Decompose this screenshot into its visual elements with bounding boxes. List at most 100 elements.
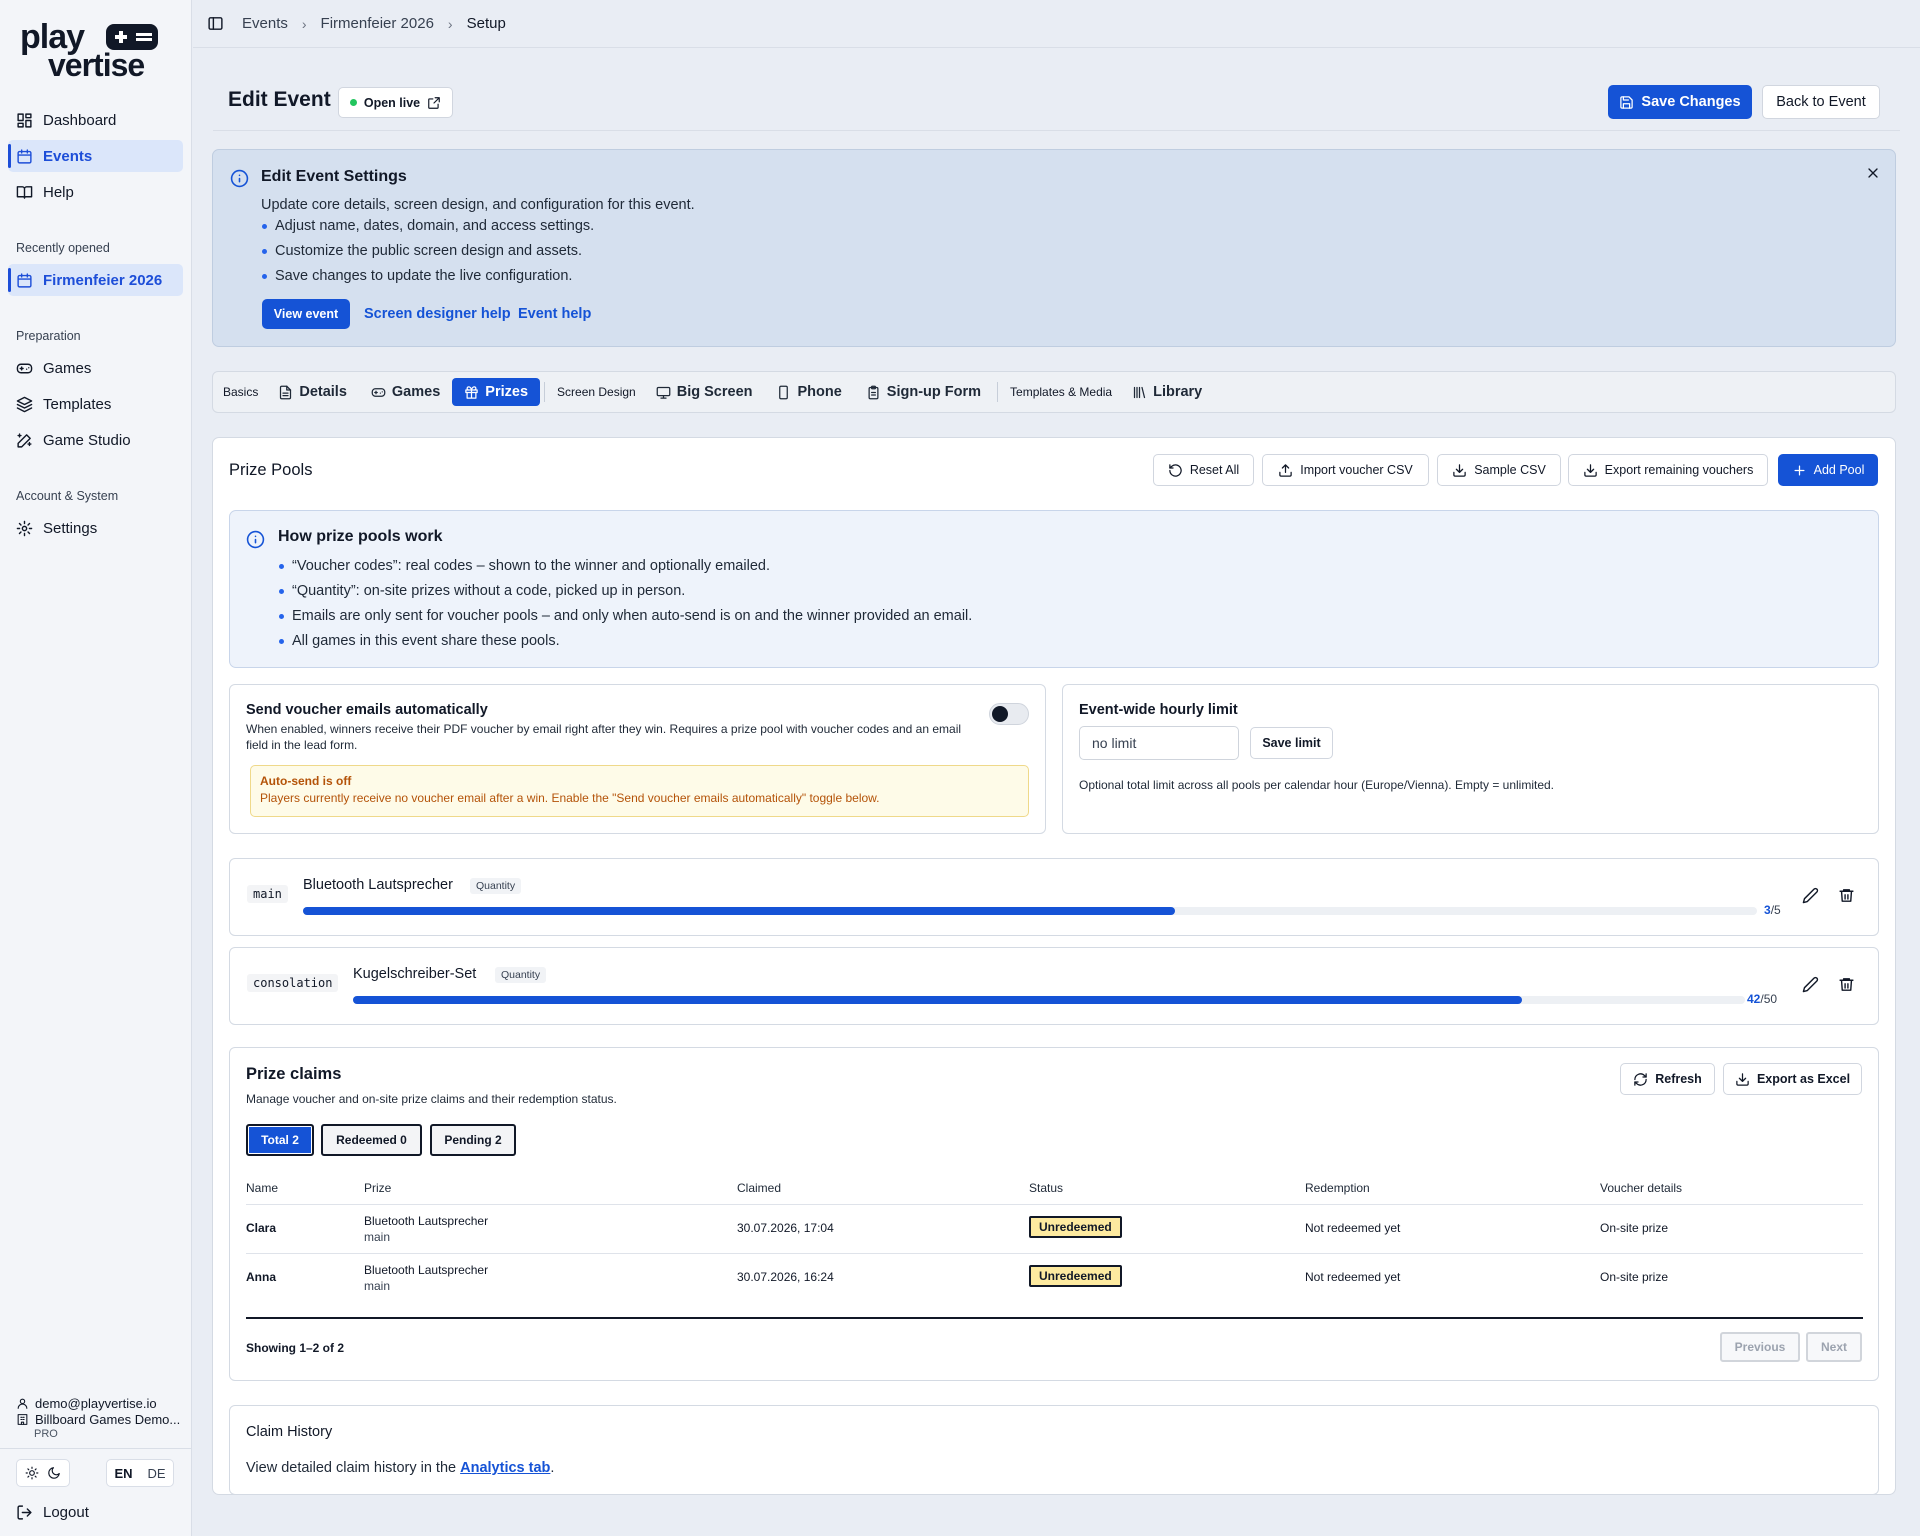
breadcrumb-events[interactable]: Events — [242, 15, 288, 32]
export-excel-button[interactable]: Export as Excel — [1723, 1063, 1862, 1095]
sun-icon[interactable] — [25, 1466, 39, 1480]
external-link-icon — [428, 96, 440, 109]
status-badge[interactable]: Unredeemed — [1029, 1216, 1122, 1238]
tab-big-screen[interactable]: Big Screen — [644, 378, 765, 406]
sidebar-item-games[interactable]: Games — [8, 352, 183, 384]
open-live-button[interactable]: Open live — [338, 87, 453, 118]
file-icon — [280, 385, 292, 399]
reset-all-button[interactable]: Reset All — [1153, 454, 1254, 486]
edit-pool-button[interactable] — [1802, 976, 1822, 996]
wand-icon — [17, 432, 32, 448]
how-bullet: All games in this event share these pool… — [279, 633, 560, 649]
book-icon — [16, 185, 33, 199]
tab-library[interactable]: Library — [1120, 378, 1214, 406]
pool-type-badge: Quantity — [495, 967, 547, 983]
how-bullet: Emails are only sent for voucher pools –… — [278, 608, 973, 624]
trash-icon — [1839, 978, 1854, 991]
add-pool-button[interactable]: Add Pool — [1778, 454, 1878, 486]
sidebar-item-templates[interactable]: Templates — [8, 388, 183, 420]
info-bullet: Save changes to update the live configur… — [261, 268, 573, 284]
filter-total[interactable]: Total 2 — [246, 1124, 314, 1156]
next-page-button[interactable]: Next — [1806, 1332, 1862, 1362]
pool-progress-track — [303, 907, 1757, 915]
download-icon — [1453, 463, 1466, 477]
pool-progress-fill — [353, 996, 1523, 1004]
breadcrumb-event[interactable]: Firmenfeier 2026 — [321, 15, 434, 32]
chevron-right-icon: › — [301, 15, 307, 32]
delete-pool-button[interactable] — [1838, 887, 1858, 907]
sidebar-item-settings[interactable]: Settings — [8, 512, 183, 544]
user-email: demo@playvertise.io — [16, 1396, 157, 1411]
screen-designer-help-link[interactable]: Screen designer help — [364, 306, 511, 322]
header-divider — [213, 130, 1900, 131]
column-header-redemption: Redemption — [1305, 1181, 1370, 1195]
plan-badge: PRO — [34, 1428, 58, 1440]
tab-games[interactable]: Games — [359, 378, 452, 406]
event-help-link[interactable]: Event help — [518, 306, 591, 322]
filter-pending[interactable]: Pending 2 — [430, 1124, 516, 1156]
info-icon — [230, 169, 249, 188]
claim-history-card — [229, 1405, 1879, 1495]
library-icon — [1133, 386, 1146, 398]
export-remaining-vouchers-button[interactable]: Export remaining vouchers — [1568, 454, 1768, 486]
pencil-icon — [1802, 887, 1819, 904]
table-bottom-divider — [246, 1317, 1863, 1319]
previous-page-button[interactable]: Previous — [1720, 1332, 1800, 1362]
pool-count: 42/50 — [1747, 992, 1778, 1006]
theme-switcher — [16, 1459, 70, 1487]
tab-details[interactable]: Details — [266, 378, 359, 406]
edit-pool-button[interactable] — [1802, 887, 1822, 907]
delete-pool-button[interactable] — [1838, 976, 1858, 996]
sidebar-item-label: Settings — [43, 519, 98, 537]
save-limit-button[interactable]: Save limit — [1250, 727, 1333, 759]
claim-voucher-details: On-site prize — [1600, 1270, 1669, 1284]
edit-event-info-panel: Edit Event Settings Update core details,… — [212, 149, 1896, 347]
close-icon[interactable] — [1865, 165, 1881, 181]
save-icon — [1620, 95, 1634, 109]
sample-csv-button[interactable]: Sample CSV — [1437, 454, 1561, 486]
prize-claims-description: Manage voucher and on-site prize claims … — [246, 1092, 617, 1106]
save-changes-button[interactable]: Save Changes — [1608, 85, 1752, 119]
filter-redeemed[interactable]: Redeemed 0 — [321, 1124, 422, 1156]
moon-icon[interactable] — [47, 1466, 61, 1480]
hourly-limit-title: Event-wide hourly limit — [1079, 702, 1238, 718]
sidebar-item-recent-event[interactable]: Firmenfeier 2026 — [8, 264, 183, 296]
sidebar-item-help[interactable]: Help — [8, 176, 183, 208]
pool-type-badge: Quantity — [470, 878, 522, 894]
status-badge[interactable]: Unredeemed — [1029, 1265, 1122, 1287]
how-bullet: “Quantity”: on-site prizes without a cod… — [278, 583, 686, 599]
gamepad-icon — [371, 387, 386, 397]
lang-de-button[interactable]: DE — [147, 1466, 165, 1481]
pool-code: main — [247, 885, 288, 903]
refresh-button[interactable]: Refresh — [1620, 1063, 1715, 1095]
how-prize-pools-work-panel: How prize pools work “Voucher codes”: re… — [229, 510, 1879, 668]
analytics-tab-link[interactable]: Analytics tab — [460, 1460, 550, 1476]
auto-send-toggle[interactable] — [989, 703, 1029, 725]
view-event-button[interactable]: View event — [262, 299, 350, 329]
sidebar-item-game-studio[interactable]: Game Studio — [8, 424, 183, 456]
back-to-event-button[interactable]: Back to Event — [1762, 85, 1880, 119]
sidebar-item-events[interactable]: Events — [8, 140, 183, 172]
download-icon — [1736, 1072, 1749, 1086]
import-voucher-csv-button[interactable]: Import voucher CSV — [1262, 454, 1429, 486]
logout-button[interactable]: Logout — [8, 1496, 183, 1528]
sidebar-item-label: Dashboard — [43, 111, 117, 129]
playvertise-logo[interactable]: play vertise — [20, 18, 170, 78]
pool-progress-track — [353, 996, 1745, 1004]
live-dot-icon — [349, 99, 357, 106]
info-bullet: Customize the public screen design and a… — [261, 243, 583, 259]
sidebar-divider — [0, 1448, 191, 1449]
tab-prizes[interactable]: Prizes — [452, 378, 541, 406]
page-title: Edit Event — [228, 88, 331, 111]
sidebar-item-dashboard[interactable]: Dashboard — [8, 104, 183, 136]
tab-phone[interactable]: Phone — [764, 378, 853, 406]
chevron-right-icon: › — [447, 15, 453, 32]
hourly-limit-input[interactable] — [1079, 726, 1239, 760]
pool-count: 3/5 — [1764, 903, 1781, 917]
lang-en-button[interactable]: EN — [114, 1466, 132, 1481]
tab-signup-form[interactable]: Sign-up Form — [854, 378, 993, 406]
claim-prize: Bluetooth Lautsprecher main — [364, 1214, 489, 1244]
sidebar-toggle-icon[interactable] — [207, 15, 224, 32]
download-icon — [1583, 463, 1597, 477]
claim-voucher-details: On-site prize — [1600, 1221, 1669, 1235]
